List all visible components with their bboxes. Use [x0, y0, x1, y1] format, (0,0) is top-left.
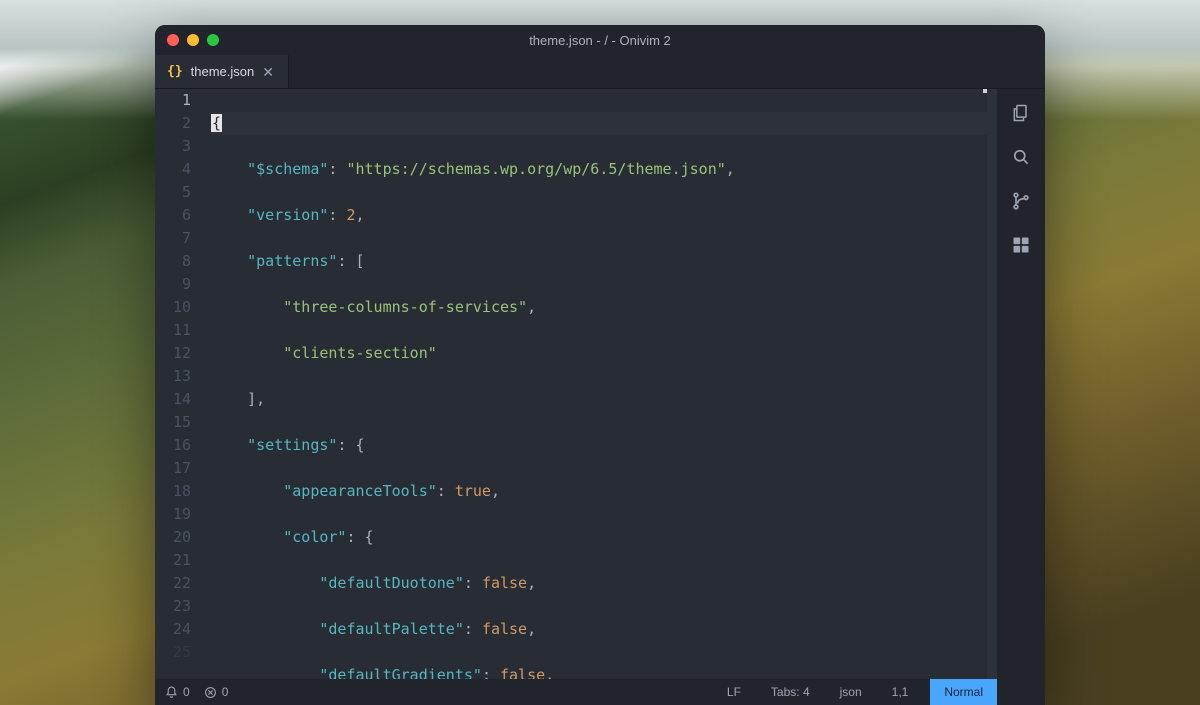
- close-tab-icon[interactable]: ✕: [262, 65, 274, 79]
- notifications-indicator[interactable]: 0: [165, 685, 190, 699]
- maximize-window-button[interactable]: [207, 34, 219, 46]
- titlebar: theme.json - / - Onivim 2: [155, 25, 1045, 55]
- vim-mode-indicator: Normal: [930, 679, 997, 705]
- search-icon[interactable]: [1011, 147, 1031, 167]
- language-indicator[interactable]: json: [832, 685, 870, 699]
- source-control-icon[interactable]: [1011, 191, 1031, 211]
- error-circle-icon: [204, 686, 217, 699]
- tab-theme-json[interactable]: {} theme.json ✕: [155, 55, 289, 88]
- traffic-lights: [167, 34, 219, 46]
- line-ending-indicator[interactable]: LF: [719, 685, 749, 699]
- vertical-scrollbar[interactable]: [987, 89, 997, 679]
- activity-bar: [997, 89, 1045, 705]
- json-file-icon: {}: [167, 64, 183, 79]
- indent-indicator[interactable]: Tabs: 4: [763, 685, 818, 699]
- status-bar: 0 0 LF Tabs: 4 json 1,1 Normal: [155, 679, 997, 705]
- errors-indicator[interactable]: 0: [204, 685, 229, 699]
- extensions-icon[interactable]: [1011, 235, 1031, 255]
- cursor-position-indicator[interactable]: 1,1: [884, 685, 917, 699]
- tab-label: theme.json: [191, 64, 255, 79]
- tab-bar: {} theme.json ✕: [155, 55, 1045, 89]
- editor-area: 1 2 3 4 5 6 7 8 9 10 11 12 13 14 15 16 1: [155, 89, 997, 705]
- minimize-window-button[interactable]: [187, 34, 199, 46]
- window-title: theme.json - / - Onivim 2: [155, 33, 1045, 48]
- code-content[interactable]: { "$schema": "https://schemas.wp.org/wp/…: [201, 89, 997, 679]
- cursor: {: [211, 114, 222, 132]
- line-number-gutter: 1 2 3 4 5 6 7 8 9 10 11 12 13 14 15 16 1: [155, 89, 201, 679]
- code-editor[interactable]: 1 2 3 4 5 6 7 8 9 10 11 12 13 14 15 16 1: [155, 89, 997, 679]
- editor-window: theme.json - / - Onivim 2 {} theme.json …: [155, 25, 1045, 705]
- files-icon[interactable]: [1011, 103, 1031, 123]
- bell-icon: [165, 686, 178, 699]
- close-window-button[interactable]: [167, 34, 179, 46]
